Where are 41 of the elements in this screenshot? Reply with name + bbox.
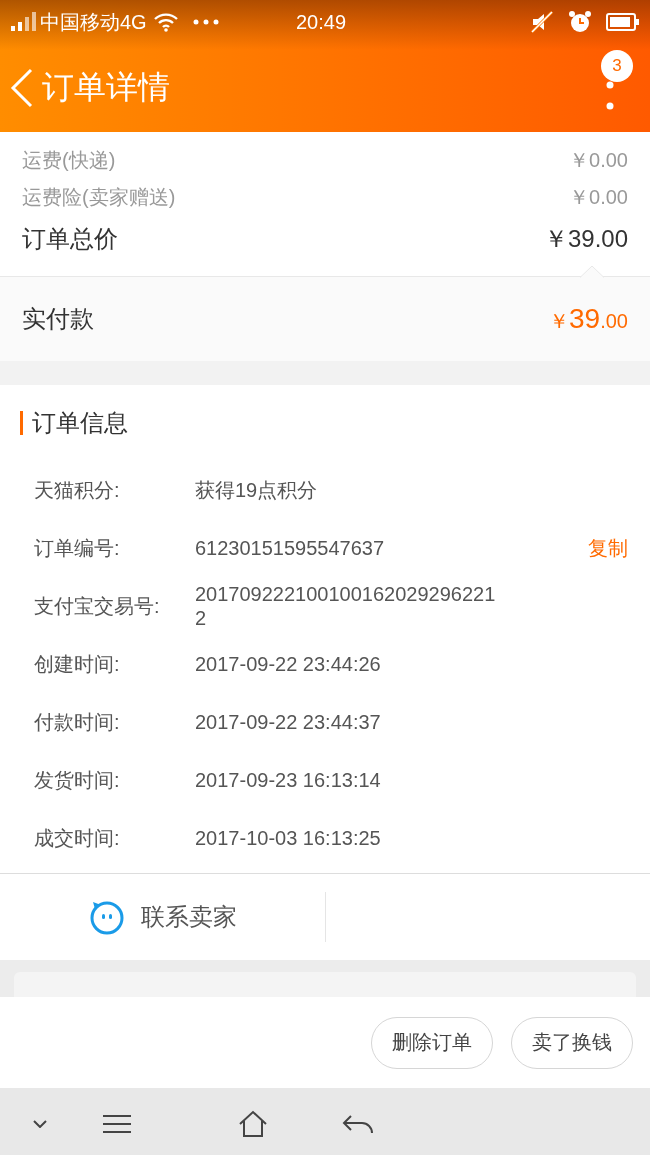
info-value: 2017-09-23 16:13:14 bbox=[195, 768, 382, 792]
info-value: 2017-09-22 23:44:37 bbox=[195, 710, 382, 734]
total-value: ￥39.00 bbox=[543, 224, 628, 254]
info-label: 付款时间: bbox=[34, 709, 121, 735]
paid-label: 实付款 bbox=[22, 304, 94, 334]
battery-icon bbox=[606, 12, 640, 32]
info-label: 发货时间: bbox=[34, 767, 121, 793]
action-button[interactable]: 删除订单 bbox=[371, 1016, 493, 1069]
action-button[interactable]: 卖了换钱 bbox=[511, 1016, 633, 1069]
mute-icon bbox=[530, 10, 554, 34]
info-value: 2017-10-03 16:13:25 bbox=[195, 826, 382, 850]
fee-value: ￥0.00 bbox=[569, 185, 628, 210]
carrier-label: 中国移动4G bbox=[40, 9, 147, 35]
info-value: 2017092221001001620292962212 bbox=[195, 582, 497, 630]
info-value: 61230151595547637 bbox=[195, 536, 386, 560]
page-title: 订单详情 bbox=[42, 68, 170, 107]
info-label: 创建时间: bbox=[34, 651, 121, 677]
wifi-icon bbox=[152, 12, 179, 32]
menu-icon[interactable] bbox=[102, 1114, 132, 1134]
info-label: 支付宝交易号: bbox=[34, 593, 161, 619]
fee-label: 运费(快递) bbox=[22, 148, 116, 173]
fee-value: ￥0.00 bbox=[569, 148, 628, 173]
notification-badge: 3 bbox=[601, 50, 633, 82]
info-value: 2017-09-22 23:44:26 bbox=[195, 652, 382, 676]
collapse-icon[interactable] bbox=[33, 1120, 47, 1128]
paid-amount: ￥39.00 bbox=[549, 303, 628, 335]
back-icon[interactable] bbox=[342, 1114, 374, 1134]
total-label: 订单总价 bbox=[22, 224, 118, 254]
info-label: 成交时间: bbox=[34, 825, 121, 851]
home-icon[interactable] bbox=[238, 1110, 268, 1138]
info-label: 天猫积分: bbox=[34, 477, 121, 503]
info-label: 订单编号: bbox=[34, 535, 121, 561]
alarm-icon bbox=[568, 10, 592, 34]
more-icon[interactable] bbox=[606, 81, 614, 111]
more-icon bbox=[192, 19, 219, 25]
chat-face-icon bbox=[88, 899, 125, 935]
clock-time: 20:49 bbox=[296, 11, 347, 34]
fee-label: 运费险(卖家赠送) bbox=[22, 185, 176, 210]
info-value: 获得19点积分 bbox=[195, 478, 319, 502]
section-title: 订单信息 bbox=[32, 408, 128, 438]
accent-bar bbox=[20, 411, 23, 435]
